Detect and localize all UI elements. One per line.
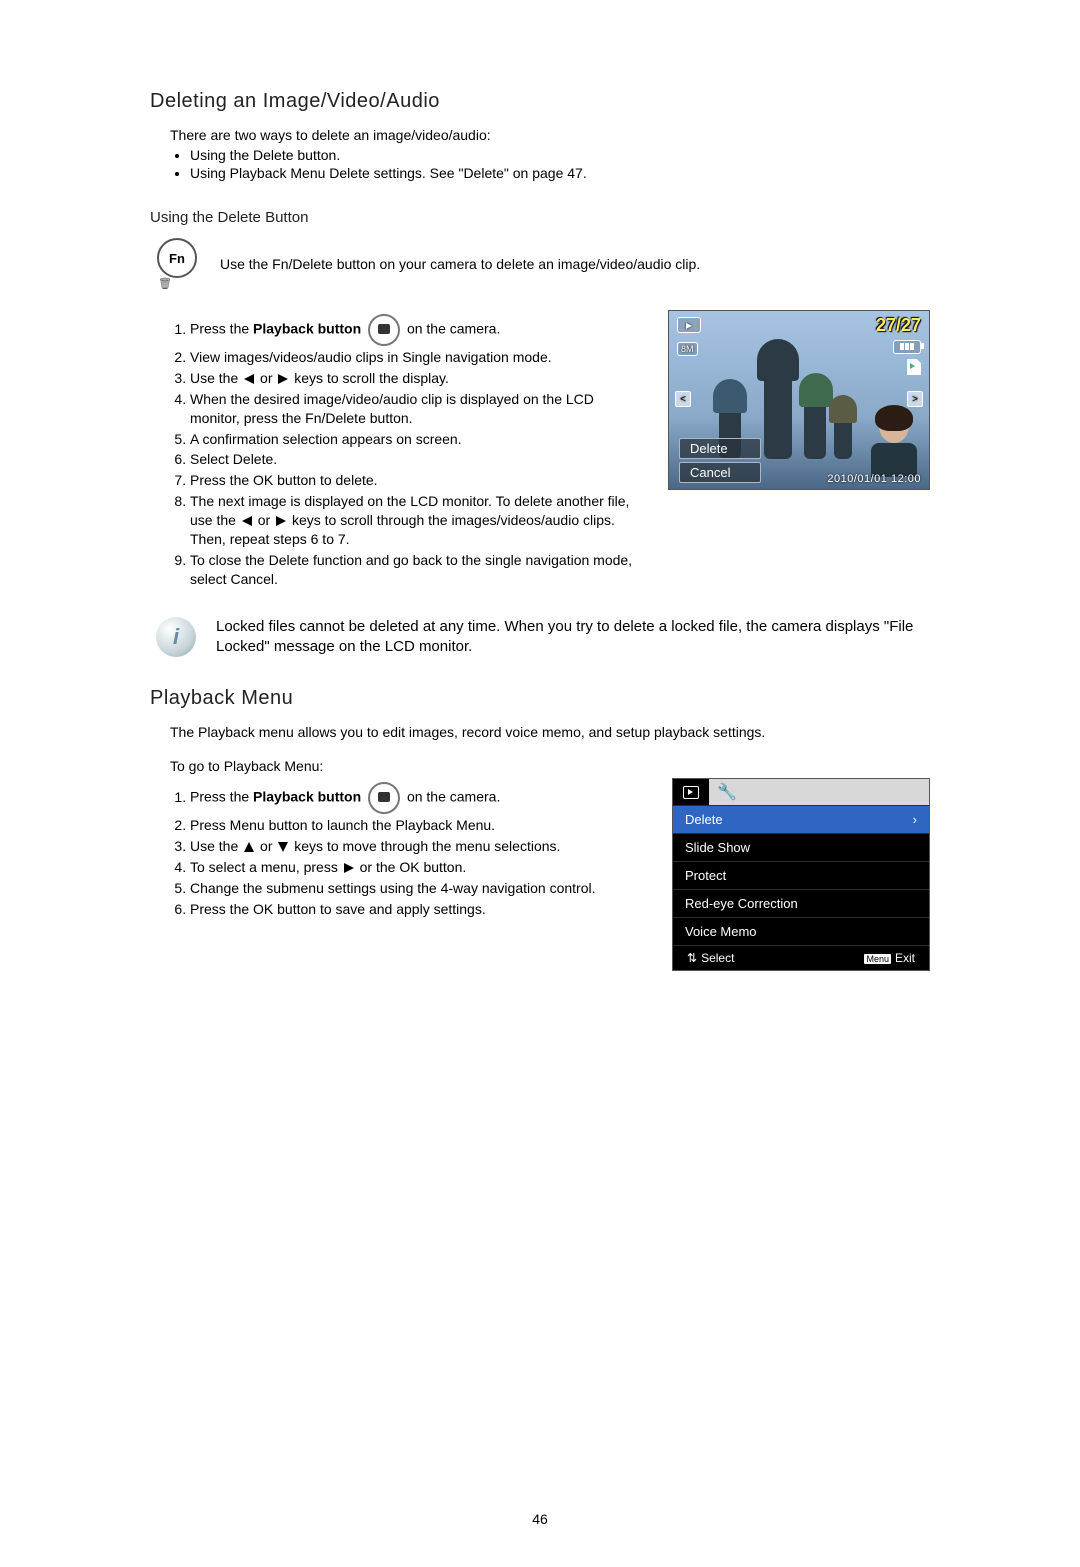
pb-step-3-pre: Use the <box>190 838 242 854</box>
step-9: To close the Delete function and go back… <box>190 551 644 589</box>
chevron-right-icon: › <box>913 812 917 827</box>
up-arrow-icon <box>244 842 254 852</box>
step-3-pre: Use the <box>190 370 242 386</box>
card-icon <box>907 359 921 378</box>
lcd-option-delete: Delete <box>679 438 761 459</box>
info-icon: i <box>156 617 196 657</box>
fn-delete-button-graphic: Fn 🗑 <box>154 238 200 290</box>
menu-item-delete-label: Delete <box>685 812 723 827</box>
step-3-mid: or <box>256 370 276 386</box>
right-arrow-icon <box>276 516 286 526</box>
lcd-option-cancel: Cancel <box>679 462 761 483</box>
menu-item-delete: Delete › <box>673 805 929 833</box>
playback-tab-icon <box>683 786 699 799</box>
step-2: View images/videos/audio clips in Single… <box>190 348 644 367</box>
delete-steps: Press the Playback button on the camera.… <box>190 314 644 589</box>
menu-item-protect: Protect <box>673 861 929 889</box>
wrench-icon: 🔧 <box>717 782 737 802</box>
subheading-goto-playback: To go to Playback Menu: <box>170 758 930 774</box>
heading-deleting: Deleting an Image/Video/Audio <box>150 90 930 113</box>
playback-steps: Press the Playback button on the camera.… <box>190 782 648 918</box>
playback-button-icon <box>368 782 400 814</box>
locked-files-note: Locked files cannot be deleted at any ti… <box>216 617 930 658</box>
pb-step-4: To select a menu, press or the OK button… <box>190 858 648 877</box>
tab-settings: 🔧 <box>709 779 745 805</box>
step-1-post: on the camera. <box>407 321 500 337</box>
updown-icon: ⇅ <box>687 951 697 965</box>
pb-step-1-post: on the camera. <box>407 789 500 805</box>
pb-step-1-bold: Playback button <box>253 789 361 805</box>
pb-step-6: Press the OK button to save and apply se… <box>190 900 648 919</box>
step-4: When the desired image/video/audio clip … <box>190 390 644 428</box>
playback-mode-icon: ▸ <box>677 317 701 333</box>
nav-left-icon: < <box>675 391 691 407</box>
menu-item-slideshow: Slide Show <box>673 833 929 861</box>
nav-right-icon: > <box>907 391 923 407</box>
footer-select: ⇅ Select <box>687 951 734 965</box>
step-1-pre: Press the <box>190 321 253 337</box>
subheading-using-delete-button: Using the Delete Button <box>150 209 930 226</box>
step-8: The next image is displayed on the LCD m… <box>190 492 644 549</box>
step-8-mid: or <box>254 512 274 528</box>
heading-playback-menu: Playback Menu <box>150 687 930 710</box>
step-1: Press the Playback button on the camera. <box>190 314 644 346</box>
delete-methods-list: Using the Delete button. Using Playback … <box>190 147 930 181</box>
left-arrow-icon <box>244 374 254 384</box>
bullet-playback-menu: Using Playback Menu Delete settings. See… <box>190 165 930 181</box>
menu-badge: Menu <box>864 954 891 964</box>
page-number: 46 <box>150 1511 930 1527</box>
pb-step-1: Press the Playback button on the camera. <box>190 782 648 814</box>
step-3: Use the or keys to scroll the display. <box>190 369 644 388</box>
pb-step-4-post: or the OK button. <box>356 859 467 875</box>
step-7: Press the OK button to delete. <box>190 471 644 490</box>
fn-description: Use the Fn/Delete button on your camera … <box>220 256 700 272</box>
pb-step-1-pre: Press the <box>190 789 253 805</box>
pb-step-3-mid: or <box>256 838 276 854</box>
right-arrow-icon <box>278 374 288 384</box>
step-5: A confirmation selection appears on scre… <box>190 430 644 449</box>
playback-button-icon <box>368 314 400 346</box>
lcd-timestamp: 2010/01/01 12:00 <box>827 473 921 485</box>
camera-lcd-playback-menu: 🔧 Delete › Slide Show Protect Red-eye Co… <box>672 778 930 971</box>
down-arrow-icon <box>278 842 288 852</box>
image-size-badge: 8M <box>677 341 698 356</box>
intro-playback: The Playback menu allows you to edit ima… <box>170 724 930 740</box>
footer-exit: Menu Exit <box>864 951 915 965</box>
step-3-post: keys to scroll the display. <box>290 370 448 386</box>
bullet-delete-button: Using the Delete button. <box>190 147 930 163</box>
footer-select-label: Select <box>701 951 734 965</box>
image-counter: 27/27 <box>876 315 921 336</box>
pb-step-2: Press Menu button to launch the Playback… <box>190 816 648 835</box>
intro-delete: There are two ways to delete an image/vi… <box>170 127 930 143</box>
menu-item-voicememo: Voice Memo <box>673 917 929 945</box>
right-arrow-icon <box>344 863 354 873</box>
pb-step-4-pre: To select a menu, press <box>190 859 342 875</box>
battery-icon <box>893 339 921 354</box>
trash-icon: 🗑 <box>158 277 172 290</box>
pb-step-3-post: keys to move through the menu selections… <box>290 838 560 854</box>
fn-label: Fn <box>157 238 197 278</box>
step-1-bold: Playback button <box>253 321 361 337</box>
footer-exit-label: Exit <box>895 951 915 965</box>
pb-step-3: Use the or keys to move through the menu… <box>190 837 648 856</box>
left-arrow-icon <box>242 516 252 526</box>
menu-item-redeye: Red-eye Correction <box>673 889 929 917</box>
tab-playback <box>673 779 709 805</box>
step-6: Select Delete. <box>190 450 644 469</box>
pb-step-5: Change the submenu settings using the 4-… <box>190 879 648 898</box>
camera-lcd-delete-preview: ▸ 27/27 8M < > Delete Cancel 2010/01/0 <box>668 310 930 490</box>
